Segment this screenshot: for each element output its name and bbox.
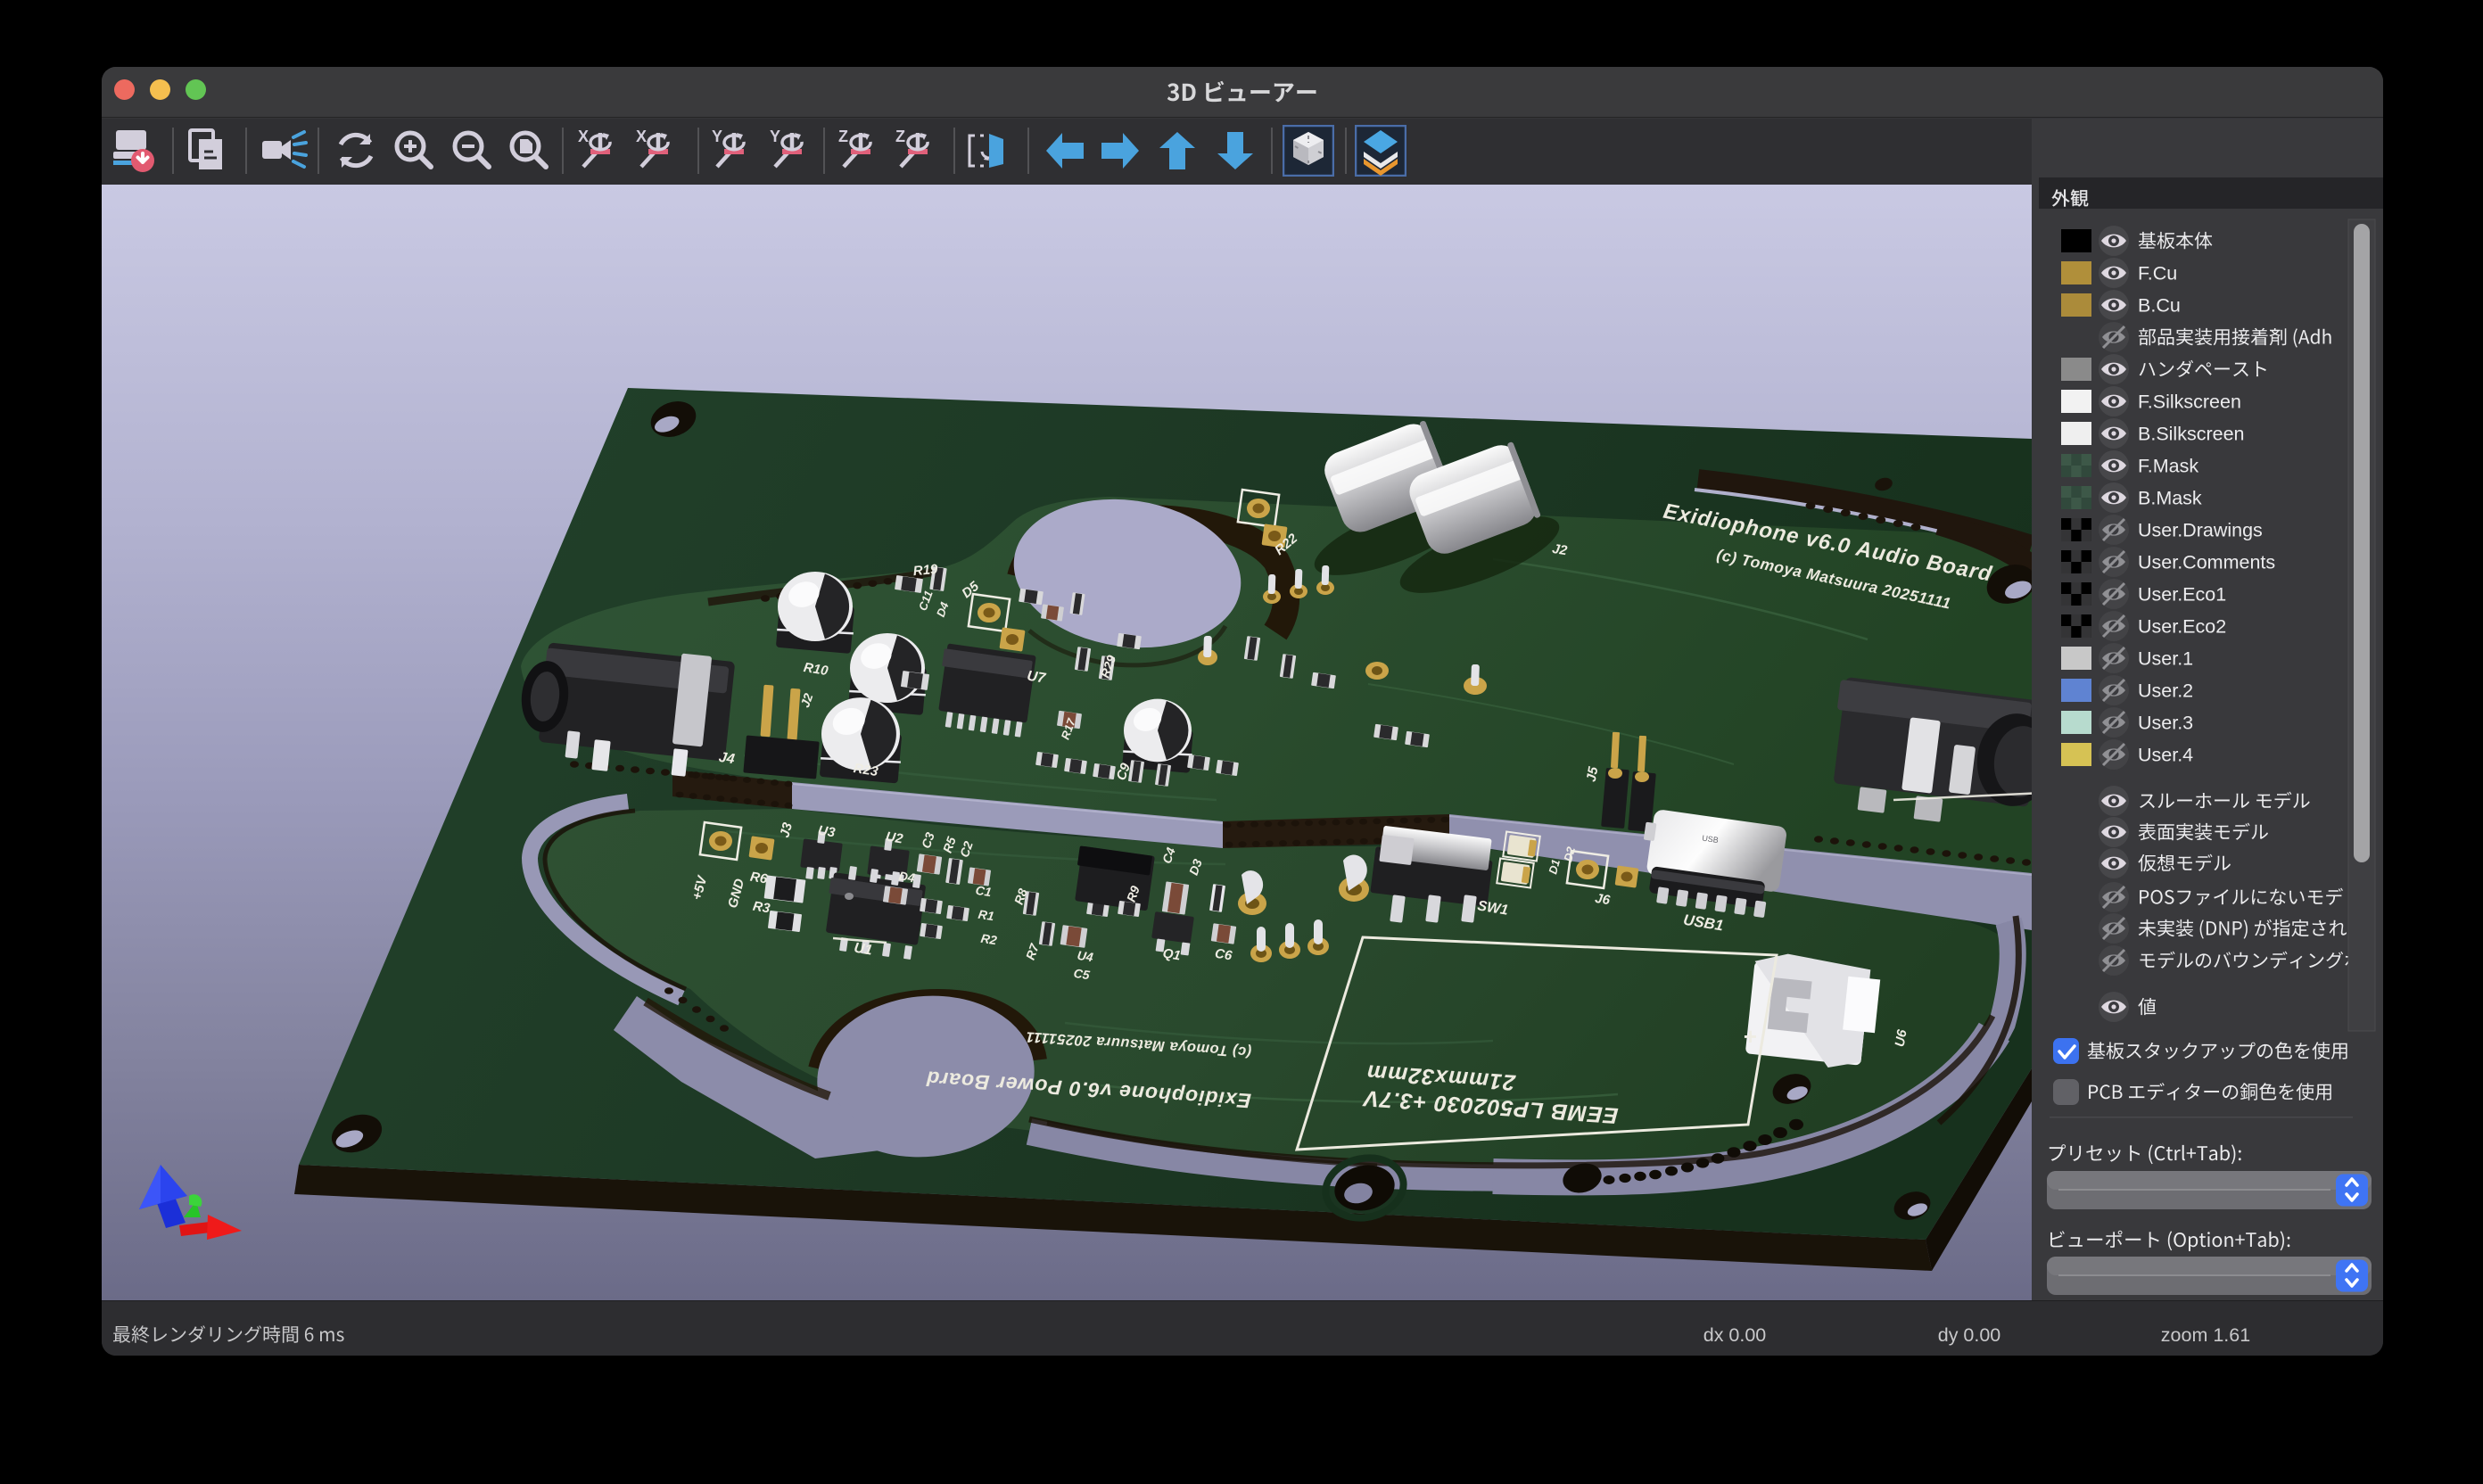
svg-text:User.Eco1: User.Eco1 bbox=[2138, 584, 2226, 606]
svg-text:U7: U7 bbox=[1026, 669, 1047, 687]
svg-text:B.Mask: B.Mask bbox=[2138, 488, 2202, 509]
svg-text:User.Drawings: User.Drawings bbox=[2138, 520, 2263, 541]
svg-text:R6: R6 bbox=[749, 870, 769, 887]
svg-text:R19: R19 bbox=[912, 562, 939, 579]
svg-text:User.1: User.1 bbox=[2138, 648, 2193, 670]
svg-text:B.Cu: B.Cu bbox=[2138, 295, 2181, 317]
svg-text:Y: Y bbox=[712, 128, 722, 145]
svg-text:U1: U1 bbox=[853, 941, 873, 959]
svg-text:User.2: User.2 bbox=[2138, 680, 2193, 702]
svg-text:B.Silkscreen: B.Silkscreen bbox=[2138, 424, 2245, 445]
svg-text:Y: Y bbox=[770, 128, 780, 145]
svg-text:X: X bbox=[636, 128, 647, 145]
svg-text:dy 0.00: dy 0.00 bbox=[1938, 1324, 2001, 1346]
svg-text:R2: R2 bbox=[980, 931, 998, 948]
svg-text:User.3: User.3 bbox=[2138, 713, 2193, 734]
svg-text:C5: C5 bbox=[1073, 966, 1091, 983]
svg-text:J4: J4 bbox=[718, 750, 736, 768]
svg-text:User.Comments: User.Comments bbox=[2138, 552, 2275, 573]
svg-text:J6: J6 bbox=[1594, 891, 1612, 909]
svg-text:C6: C6 bbox=[1214, 946, 1233, 964]
svg-text:Z: Z bbox=[838, 128, 848, 145]
svg-text:dx 0.00: dx 0.00 bbox=[1703, 1324, 1767, 1346]
svg-text:J2: J2 bbox=[1551, 541, 1569, 559]
svg-text:F.Cu: F.Cu bbox=[2138, 263, 2177, 284]
svg-text:R1: R1 bbox=[978, 907, 995, 924]
svg-text:D4: D4 bbox=[898, 869, 916, 886]
svg-text:C1: C1 bbox=[975, 883, 993, 900]
svg-text:Q1: Q1 bbox=[1161, 946, 1181, 964]
svg-text:+: + bbox=[1743, 1023, 1756, 1050]
svg-text:F.Silkscreen: F.Silkscreen bbox=[2138, 392, 2241, 413]
svg-text:U2: U2 bbox=[885, 829, 904, 847]
svg-text:R3: R3 bbox=[752, 899, 771, 917]
svg-text:U6: U6 bbox=[1893, 1028, 1910, 1048]
svg-text:User.Eco2: User.Eco2 bbox=[2138, 616, 2226, 638]
svg-text:User.4: User.4 bbox=[2138, 745, 2193, 766]
svg-text:zoom 1.61: zoom 1.61 bbox=[2161, 1324, 2250, 1346]
svg-text:U4: U4 bbox=[1077, 948, 1094, 965]
svg-text:X: X bbox=[578, 128, 589, 145]
svg-text:U3: U3 bbox=[817, 823, 837, 841]
svg-text:F.Mask: F.Mask bbox=[2138, 456, 2198, 477]
svg-text:Z: Z bbox=[895, 128, 905, 145]
